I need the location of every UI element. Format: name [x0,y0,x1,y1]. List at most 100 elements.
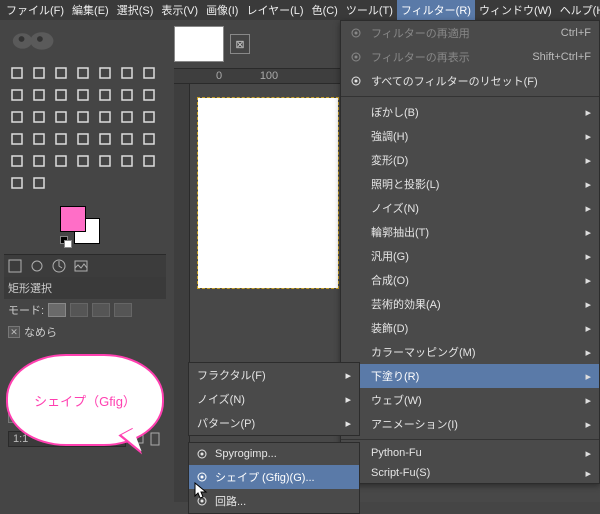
perspective-tool[interactable] [50,106,72,128]
paths-tool[interactable] [6,84,28,106]
text-tool[interactable] [138,106,160,128]
menu-item[interactable]: 色(C) [308,0,342,20]
ink-tool[interactable] [138,128,160,150]
dodge-tool[interactable] [116,150,138,172]
perspective-clone-tool[interactable] [50,150,72,172]
menu-item[interactable]: ヘルプ(H) [556,0,600,20]
filters-menu-item[interactable]: 変形(D)▸ [341,148,599,172]
free-select-tool[interactable] [50,62,72,84]
color-picker-tool[interactable] [28,84,50,106]
render-submenu: フラクタル(F)▸ノイズ(N)▸パターン(P)▸ [188,362,360,436]
mode-label: モード: [8,302,44,318]
measure2-tool[interactable] [6,172,28,194]
fg-color-swatch[interactable] [60,206,86,232]
filters-menu-item[interactable]: ぼかし(B)▸ [341,100,599,124]
filters-menu-item[interactable]: 装飾(D)▸ [341,316,599,340]
default-colors-icon2[interactable] [64,240,72,248]
flip-tool[interactable] [72,106,94,128]
dock-tab-bar [4,254,166,277]
filters-menu-item[interactable]: 合成(O)▸ [341,268,599,292]
tool-options-icon[interactable] [7,258,23,274]
smudge-tool[interactable] [94,150,116,172]
gear-icon [349,26,363,40]
gradient-tool[interactable] [28,128,50,150]
scale-tool[interactable] [6,106,28,128]
fuzzy-select-tool[interactable] [72,62,94,84]
antialias-row: ✕ なめら [4,321,166,343]
mode-intersect-button[interactable] [114,303,132,317]
measure-tool[interactable] [50,84,72,106]
submenu-item[interactable]: 回路... [189,489,359,513]
submenu-item[interactable]: シェイプ (Gfig)(G)... [189,465,359,489]
align-tool[interactable] [94,84,116,106]
submenu-item[interactable]: Spyrogimp... [189,443,359,465]
move-tool[interactable] [72,84,94,106]
airbrush-tool[interactable] [116,128,138,150]
canvas[interactable] [198,98,338,288]
filters-menu-item[interactable]: アニメーション(I)▸ [341,412,599,436]
bucket-tool[interactable] [6,128,28,150]
shear-tool[interactable] [28,106,50,128]
devices-icon[interactable] [29,258,45,274]
antialias-label: なめら [24,324,57,340]
filters-menu-item[interactable]: Script-Fu(S)▸ [341,463,599,483]
menu-item[interactable]: ツール(T) [342,0,397,20]
mode-sub-button[interactable] [92,303,110,317]
gear-icon [195,470,209,484]
antialias-checkbox[interactable]: ✕ [8,326,20,338]
blur-tool[interactable] [72,150,94,172]
filters-menu-item[interactable]: 強調(H)▸ [341,124,599,148]
menu-item[interactable]: レイヤー(L) [242,0,307,20]
eraser-tool[interactable] [94,128,116,150]
mode-replace-button[interactable] [48,303,66,317]
shape-submenu: Spyrogimp...シェイプ (Gfig)(G)...回路... [188,442,360,514]
pencil-tool[interactable] [50,128,72,150]
close-tab-button[interactable]: ⊠ [230,34,250,54]
filters-menu-item[interactable]: Python-Fu▸ [341,443,599,463]
clone-tool[interactable] [6,150,28,172]
submenu-item[interactable]: フラクタル(F)▸ [189,363,359,387]
ruler-tick: 100 [244,70,294,82]
menu-item[interactable]: 選択(S) [113,0,158,20]
submenu-item[interactable]: パターン(P)▸ [189,411,359,435]
history-icon[interactable] [51,258,67,274]
zoom-tool[interactable] [138,150,160,172]
tool-options-title: 矩形選択 [4,277,166,299]
menu-item[interactable]: 表示(V) [157,0,202,20]
filters-menu-item[interactable]: 照明と投影(L)▸ [341,172,599,196]
tool-grid [4,60,166,196]
image-tab-thumb[interactable] [174,26,224,62]
rect-select-tool[interactable] [6,62,28,84]
filters-menu-item[interactable]: 汎用(G)▸ [341,244,599,268]
filters-menu-item[interactable]: ウェブ(W)▸ [341,388,599,412]
filters-menu-item[interactable]: カラーマッピング(M)▸ [341,340,599,364]
menu-item[interactable]: ウィンドウ(W) [475,0,556,20]
paintbrush-tool[interactable] [72,128,94,150]
color-swatches[interactable] [60,206,112,246]
filters-menu-item[interactable]: ノイズ(N)▸ [341,196,599,220]
filters-menu-item[interactable]: 輪郭抽出(T)▸ [341,220,599,244]
filters-menu-item[interactable]: 芸術的効果(A)▸ [341,292,599,316]
ellipse-select-tool[interactable] [28,62,50,84]
mode-add-button[interactable] [70,303,88,317]
menu-item[interactable]: ファイル(F) [2,0,68,20]
menu-item[interactable]: 画像(I) [202,0,242,20]
menu-item[interactable]: 編集(E) [68,0,113,20]
foreground-tool[interactable] [138,62,160,84]
curves-tool[interactable] [28,172,50,194]
cage-tool[interactable] [94,106,116,128]
main-menubar: ファイル(F)編集(E)選択(S)表示(V)画像(I)レイヤー(L)色(C)ツー… [0,0,600,20]
heal-tool[interactable] [28,150,50,172]
filters-menu-item[interactable]: 下塗り(R)▸ [341,364,599,388]
menu-item[interactable]: フィルター(R) [397,0,475,20]
rotate-tool[interactable] [138,84,160,106]
submenu-item[interactable]: ノイズ(N)▸ [189,387,359,411]
scissors-tool[interactable] [116,62,138,84]
gear-icon [349,74,363,88]
warp-tool[interactable] [116,106,138,128]
annotation-callout: シェイプ（Gfig） [6,354,184,470]
crop-tool[interactable] [116,84,138,106]
images-icon[interactable] [73,258,89,274]
color-select-tool[interactable] [94,62,116,84]
filters-menu-item[interactable]: すべてのフィルターのリセット(F) [341,69,599,93]
